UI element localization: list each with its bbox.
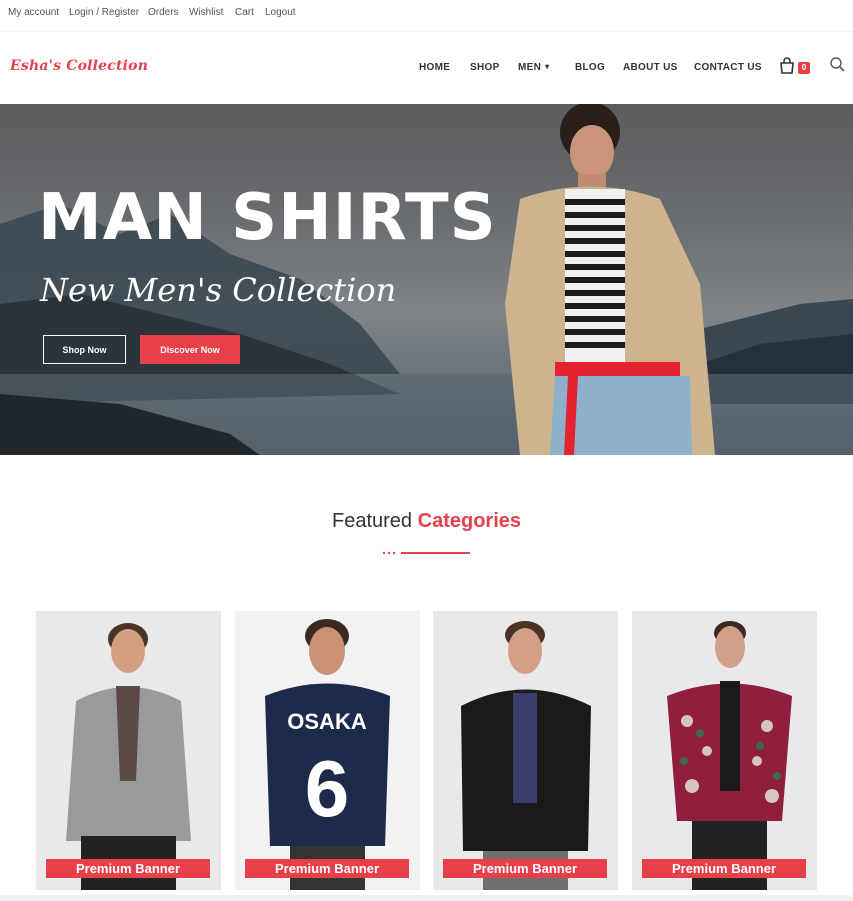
- cart-button[interactable]: 0: [778, 57, 814, 77]
- category-card-1[interactable]: Premium Banner: [36, 611, 221, 890]
- category-card-3[interactable]: Premium Banner: [433, 611, 618, 890]
- category-image-gray-blazer: [66, 623, 191, 890]
- category-label-2: Premium Banner: [245, 859, 409, 878]
- category-card-2[interactable]: OSAKA 6 Premium Banner: [235, 611, 420, 890]
- category-label-1: Premium Banner: [46, 859, 210, 878]
- discover-now-button[interactable]: Discover Now: [140, 335, 240, 364]
- nav-men[interactable]: MEN ▾: [518, 62, 549, 73]
- shop-now-button[interactable]: Shop Now: [43, 335, 126, 364]
- my-account-link[interactable]: My account: [8, 7, 59, 18]
- site-logo[interactable]: Esha's Collection: [10, 58, 148, 74]
- nav-home[interactable]: HOME: [419, 62, 450, 73]
- logout-link[interactable]: Logout: [265, 7, 296, 18]
- hero-banner: MAN SHIRTS New Men's Collection Shop Now…: [0, 104, 853, 455]
- hero-title: MAN SHIRTS: [38, 181, 497, 255]
- hero-subtitle: New Men's Collection: [40, 271, 397, 309]
- wishlist-link[interactable]: Wishlist: [189, 7, 223, 18]
- site-header: Esha's Collection HOME SHOP MEN ▾ BLOG AB…: [0, 32, 853, 104]
- page-bottom-strip: [0, 895, 853, 901]
- featured-title-accent: Categories: [417, 510, 521, 532]
- category-label-4: Premium Banner: [642, 859, 806, 878]
- category-image-osaka-tshirt: OSAKA 6: [265, 619, 390, 890]
- category-label-3: Premium Banner: [443, 859, 607, 878]
- nav-men-label: MEN: [518, 62, 542, 73]
- login-register-link[interactable]: Login / Register: [69, 7, 139, 18]
- orders-link[interactable]: Orders: [148, 7, 179, 18]
- featured-title-plain: Featured: [332, 510, 413, 532]
- nav-blog[interactable]: BLOG: [575, 62, 605, 73]
- category-card-4[interactable]: Premium Banner: [632, 611, 817, 890]
- cart-link[interactable]: Cart: [235, 7, 254, 18]
- chevron-down-icon: ▾: [545, 62, 550, 71]
- svg-text:6: 6: [305, 744, 350, 833]
- nav-contact-us[interactable]: CONTACT US: [694, 62, 762, 73]
- heading-divider: [382, 551, 470, 555]
- featured-categories-heading: Featured Categories: [0, 510, 853, 533]
- category-image-black-jacket: [461, 621, 591, 890]
- shopping-bag-icon: [780, 57, 794, 74]
- search-icon: [830, 57, 845, 72]
- nav-about-us[interactable]: ABOUT US: [623, 62, 678, 73]
- svg-text:OSAKA: OSAKA: [287, 709, 367, 734]
- cart-count-badge: 0: [798, 62, 810, 74]
- category-image-floral-blazer: [667, 621, 792, 890]
- nav-shop[interactable]: SHOP: [470, 62, 500, 73]
- search-button[interactable]: [829, 56, 847, 74]
- top-bar: My account Login / Register Orders Wishl…: [0, 0, 853, 32]
